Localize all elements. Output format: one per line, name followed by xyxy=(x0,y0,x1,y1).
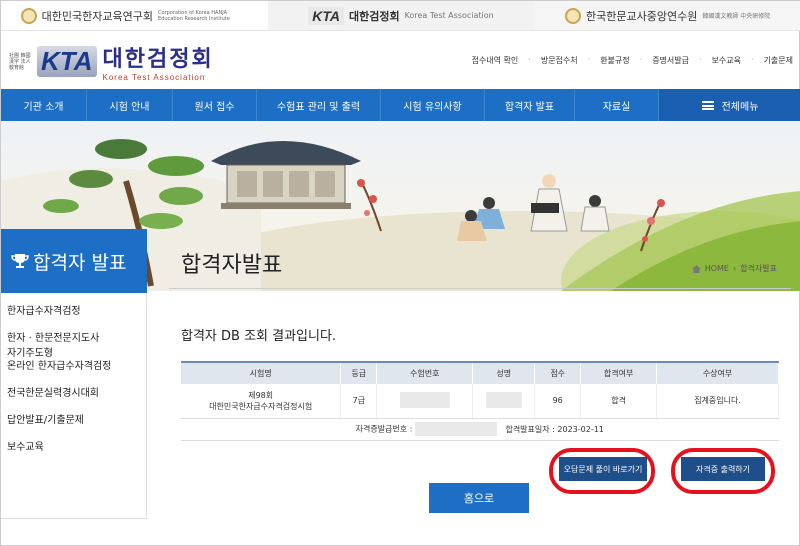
col-score: 점수 xyxy=(534,361,582,384)
col-pass: 합격여부 xyxy=(580,361,658,384)
partner-right-name: 한국한문교사중앙연수원 xyxy=(586,9,698,23)
partner-bar: 대한민국한자교육연구회 Corporation of Korea HANJA E… xyxy=(1,1,800,31)
sidebar-header: 합격자 발표 xyxy=(1,229,147,293)
exam-title: 대한민국한자급수자격검정시험 xyxy=(209,401,313,411)
table-header-row: 시험명 등급 수험번호 성명 점수 합격여부 수상여부 xyxy=(181,361,779,384)
institute-seal-icon xyxy=(20,7,37,24)
home-button[interactable]: 홈으로 xyxy=(429,483,529,513)
col-award: 수상여부 xyxy=(656,361,779,384)
cell-award: 집계중입니다. xyxy=(656,384,779,419)
util-link-certificate[interactable]: 증명서발급 xyxy=(652,55,689,66)
util-link-past-exams[interactable]: 기출문제 xyxy=(764,55,793,66)
util-link-visit[interactable]: 방문접수처 xyxy=(541,55,578,66)
home-icon xyxy=(691,264,701,273)
logo-name: 대한검정회 Korea Test Association xyxy=(103,41,214,82)
util-link-receipt[interactable]: 접수내역 확인 xyxy=(472,55,519,66)
sidebar-item-answers[interactable]: 답안발표/기출문제 xyxy=(1,414,146,427)
logo-kta-mark: KTA xyxy=(37,46,97,77)
nav-resources[interactable]: 자료실 xyxy=(575,89,659,121)
partner-right-sub: 韓國漢文教師 中央硏修院 xyxy=(702,13,771,20)
col-exam-number: 수험번호 xyxy=(376,361,474,384)
cell-pass: 합격 xyxy=(580,384,658,419)
table-row: 제98회 대한민국한자급수자격검정시험 7급 96 합격 집계중입니다. xyxy=(181,384,779,419)
cell-certificate-info: 자격증발급번호 : 합격발표일자 : 2023-02-11 xyxy=(181,418,779,441)
page-title: 합격자발표 xyxy=(181,253,283,278)
cell-exam-number-redacted xyxy=(376,384,474,419)
col-grade: 등급 xyxy=(340,361,378,384)
partner-left-sub: Corporation of Korea HANJA Education Res… xyxy=(158,9,230,22)
nav-notices[interactable]: 시험 유의사항 xyxy=(381,89,485,121)
redacted-box xyxy=(399,391,450,408)
sidebar-item-hanja-exam[interactable]: 한자급수자격검정 xyxy=(1,305,146,318)
hamburger-icon xyxy=(701,100,714,110)
util-link-refund[interactable]: 환불규정 xyxy=(600,55,629,66)
nav-exam-info[interactable]: 시험 안내 xyxy=(87,89,173,121)
partner-teacher-center[interactable]: 한국한문교사중앙연수원 韓國漢文教師 中央硏修院 xyxy=(534,1,800,30)
partner-hanja-institute[interactable]: 대한민국한자교육연구회 Corporation of Korea HANJA E… xyxy=(1,1,268,30)
cell-exam-name: 제98회 대한민국한자급수자격검정시험 xyxy=(181,384,342,419)
breadcrumb-home[interactable]: HOME xyxy=(705,264,729,273)
sidebar-item-training[interactable]: 보수교육 xyxy=(1,441,146,454)
partner-kta[interactable]: KTA 대한검정회 Korea Test Association xyxy=(267,1,535,30)
sidebar-menu: 한자급수자격검정 한자 · 한문전문지도사 자기주도형 온라인 한자급수자격검정… xyxy=(1,293,147,519)
hanok-icon xyxy=(211,141,361,209)
breadcrumb: HOME › 합격자발표 xyxy=(691,263,777,274)
logo-subtitle: 社團 韓國漢字 法人 敎育館 xyxy=(9,52,31,71)
redacted-cert-number xyxy=(414,422,497,436)
breadcrumb-separator-icon: › xyxy=(732,264,737,273)
cell-grade: 7급 xyxy=(340,384,378,419)
partner-left-name: 대한민국한자교육연구회 xyxy=(41,9,153,23)
logo-english-name: Korea Test Association xyxy=(102,73,206,82)
title-divider xyxy=(169,288,791,289)
logo-korean-name: 대한검정회 xyxy=(102,47,214,72)
main-nav: 기관 소개 시험 안내 원서 접수 수험표 관리 및 출력 시험 유의사항 합격… xyxy=(1,89,800,121)
partner-mid-sub: Korea Test Association xyxy=(404,11,494,20)
util-link-training[interactable]: 보수교육 xyxy=(712,55,741,66)
result-table: 시험명 등급 수험번호 성명 점수 합격여부 수상여부 제98회 대한민국한자급… xyxy=(181,361,779,441)
kta-mini-logo: KTA xyxy=(308,6,345,25)
breadcrumb-current: 합격자발표 xyxy=(740,264,777,273)
cell-score: 96 xyxy=(534,384,582,419)
sidebar-title: 합격자 발표 xyxy=(33,251,127,274)
nav-results[interactable]: 합격자 발표 xyxy=(485,89,575,121)
exam-round: 제98회 xyxy=(248,390,274,400)
sidebar-item-online-exam[interactable]: 자기주도형 온라인 한자급수자격검정 xyxy=(1,347,146,373)
partner-mid-name: 대한검정회 xyxy=(349,9,400,23)
sidebar-item-instructor[interactable]: 한자 · 한문전문지도사 xyxy=(1,332,146,345)
site-logo[interactable]: 社團 韓國漢字 法人 敎育館 KTA 대한검정회 Korea Test Asso… xyxy=(9,41,214,82)
redacted-box xyxy=(485,391,522,408)
print-certificate-button[interactable]: 자격증 출력하기 xyxy=(681,457,765,481)
nav-application[interactable]: 원서 접수 xyxy=(173,89,257,121)
col-name: 성명 xyxy=(472,361,536,384)
students-figures-icon xyxy=(457,174,610,241)
col-exam-name: 시험명 xyxy=(181,361,342,384)
sidebar-item-contest[interactable]: 전국한문실력경시대회 xyxy=(1,387,146,400)
trophy-icon xyxy=(11,254,29,268)
center-seal-icon xyxy=(565,7,582,24)
result-heading: 합격자 DB 조회 결과입니다. xyxy=(181,329,337,344)
nav-all-menu[interactable]: 전체메뉴 xyxy=(659,89,800,121)
certificate-row: 자격증발급번호 : 합격발표일자 : 2023-02-11 xyxy=(181,418,779,441)
utility-links: 접수내역 확인 · 방문접수처 · 환불규정 · 증명서발급 · 보수교육 · 기출문제 xyxy=(471,55,793,66)
site-header: 社團 韓國漢字 法人 敎育館 KTA 대한검정회 Korea Test Asso… xyxy=(1,31,800,89)
cert-number-label: 자격증발급번호 : xyxy=(355,424,413,434)
nav-ticket[interactable]: 수험표 관리 및 출력 xyxy=(257,89,381,121)
announce-date: 합격발표일자 : 2023-02-11 xyxy=(505,424,604,434)
nav-about[interactable]: 기관 소개 xyxy=(1,89,87,121)
review-wrong-answers-button[interactable]: 오답문제 풀이 바로가기 xyxy=(559,457,647,481)
cell-name-redacted xyxy=(472,384,536,419)
all-menu-label: 전체메뉴 xyxy=(721,101,759,113)
